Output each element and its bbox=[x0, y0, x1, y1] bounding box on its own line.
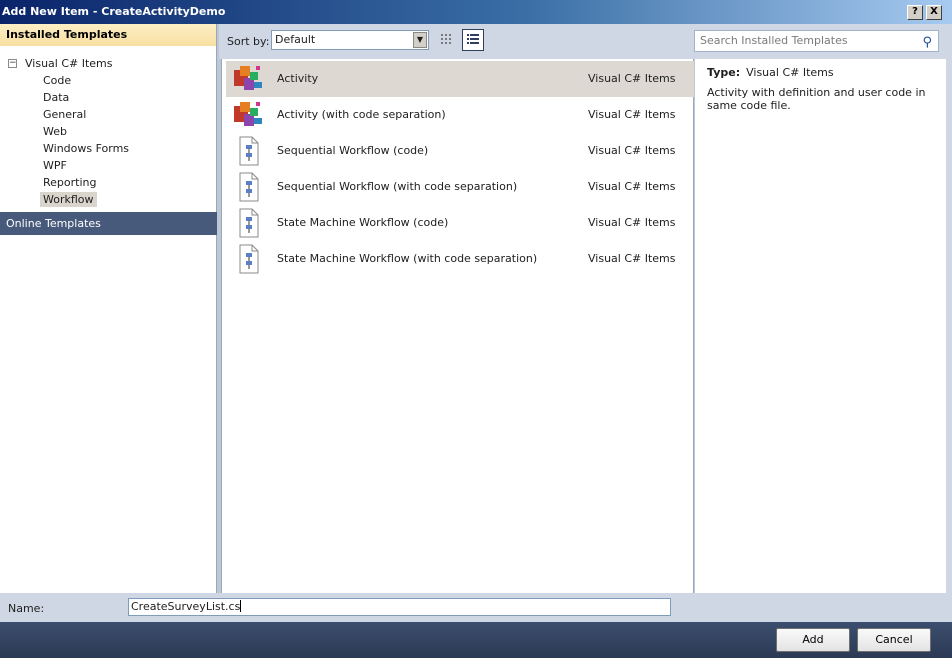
description-text: Activity with definition and user code i… bbox=[707, 86, 926, 112]
tree-item-wpf[interactable]: WPF bbox=[40, 158, 70, 173]
name-label: Name: bbox=[8, 602, 45, 615]
template-row-activity[interactable]: Activity Visual C# Items bbox=[226, 61, 694, 97]
name-value: CreateSurveyList.cs bbox=[131, 600, 241, 613]
template-category: Visual C# Items bbox=[588, 108, 676, 121]
help-button[interactable]: ? bbox=[907, 5, 923, 20]
title-bar: Add New Item - CreateActivityDemo ? X bbox=[0, 0, 952, 24]
toolbar: Sort by: Default ▼ Search Installed Temp… bbox=[219, 24, 946, 59]
list-view-button[interactable] bbox=[462, 29, 484, 51]
text-caret bbox=[240, 600, 242, 612]
installed-templates-header[interactable]: Installed Templates bbox=[0, 24, 216, 46]
online-templates-header[interactable]: Online Templates bbox=[0, 212, 217, 235]
template-name: State Machine Workflow (code) bbox=[277, 216, 449, 229]
collapse-icon[interactable]: − bbox=[8, 59, 17, 68]
name-input[interactable]: CreateSurveyList.cs bbox=[128, 598, 671, 616]
dropdown-arrow-icon[interactable]: ▼ bbox=[413, 32, 427, 48]
tree-item-code[interactable]: Code bbox=[40, 73, 74, 88]
workflow-file-icon bbox=[239, 244, 259, 274]
button-bar: Add Cancel bbox=[0, 622, 952, 658]
list-view-icon bbox=[467, 34, 479, 44]
tree-item-data[interactable]: Data bbox=[40, 90, 72, 105]
template-row-state-machine-workflow-code-separation[interactable]: State Machine Workflow (with code separa… bbox=[226, 241, 694, 277]
template-name: State Machine Workflow (with code separa… bbox=[277, 252, 538, 265]
tree-item-web[interactable]: Web bbox=[40, 124, 70, 139]
template-name: Sequential Workflow (with code separatio… bbox=[277, 180, 518, 193]
workflow-file-icon bbox=[239, 136, 259, 166]
sort-dropdown[interactable]: Default ▼ bbox=[271, 30, 429, 50]
close-button[interactable]: X bbox=[926, 5, 942, 20]
template-name: Activity bbox=[277, 72, 319, 85]
template-category: Visual C# Items bbox=[588, 72, 676, 85]
sort-value: Default bbox=[275, 33, 316, 46]
window-edge bbox=[946, 24, 952, 622]
templates-list: Activity Visual C# Items Activity (with … bbox=[221, 59, 694, 593]
template-row-sequential-workflow-code[interactable]: Sequential Workflow (code) Visual C# Ite… bbox=[226, 133, 694, 169]
template-row-activity-code-separation[interactable]: Activity (with code separation) Visual C… bbox=[226, 97, 694, 133]
sort-label: Sort by: bbox=[227, 35, 270, 48]
search-input[interactable]: Search Installed Templates ⚲ bbox=[694, 30, 939, 52]
type-value: Visual C# Items bbox=[746, 66, 834, 79]
template-row-state-machine-workflow-code[interactable]: State Machine Workflow (code) Visual C# … bbox=[226, 205, 694, 241]
template-category: Visual C# Items bbox=[588, 252, 676, 265]
tree-item-workflow[interactable]: Workflow bbox=[40, 192, 97, 207]
small-icons-view-button[interactable] bbox=[437, 30, 457, 50]
template-category: Visual C# Items bbox=[588, 144, 676, 157]
workflow-file-icon bbox=[239, 172, 259, 202]
cancel-button[interactable]: Cancel bbox=[857, 628, 931, 652]
small-icons-view-icon bbox=[441, 34, 451, 44]
search-icon[interactable]: ⚲ bbox=[922, 33, 932, 53]
template-name: Activity (with code separation) bbox=[277, 108, 446, 121]
type-key: Type: bbox=[707, 66, 741, 79]
name-row: Name: CreateSurveyList.cs bbox=[0, 593, 946, 622]
description-pane: Type: Visual C# Items Activity with defin… bbox=[695, 59, 946, 593]
activity-icon bbox=[234, 66, 262, 90]
add-button[interactable]: Add bbox=[776, 628, 850, 652]
template-category: Visual C# Items bbox=[588, 180, 676, 193]
workflow-file-icon bbox=[239, 208, 259, 238]
tree-item-windows-forms[interactable]: Windows Forms bbox=[40, 141, 132, 156]
tree-item-reporting[interactable]: Reporting bbox=[40, 175, 99, 190]
tree-item-general[interactable]: General bbox=[40, 107, 89, 122]
window-title: Add New Item - CreateActivityDemo bbox=[2, 5, 226, 18]
description-type: Type: Visual C# Items bbox=[707, 66, 834, 79]
search-placeholder: Search Installed Templates bbox=[700, 34, 848, 47]
tree-root-visual-csharp[interactable]: − Visual C# Items bbox=[8, 56, 113, 71]
activity-icon bbox=[234, 102, 262, 126]
template-tree-pane: Installed Templates − Visual C# Items Co… bbox=[0, 24, 217, 593]
template-category: Visual C# Items bbox=[588, 216, 676, 229]
tree-root-label: Visual C# Items bbox=[25, 57, 113, 70]
template-name: Sequential Workflow (code) bbox=[277, 144, 429, 157]
template-row-sequential-workflow-code-separation[interactable]: Sequential Workflow (with code separatio… bbox=[226, 169, 694, 205]
